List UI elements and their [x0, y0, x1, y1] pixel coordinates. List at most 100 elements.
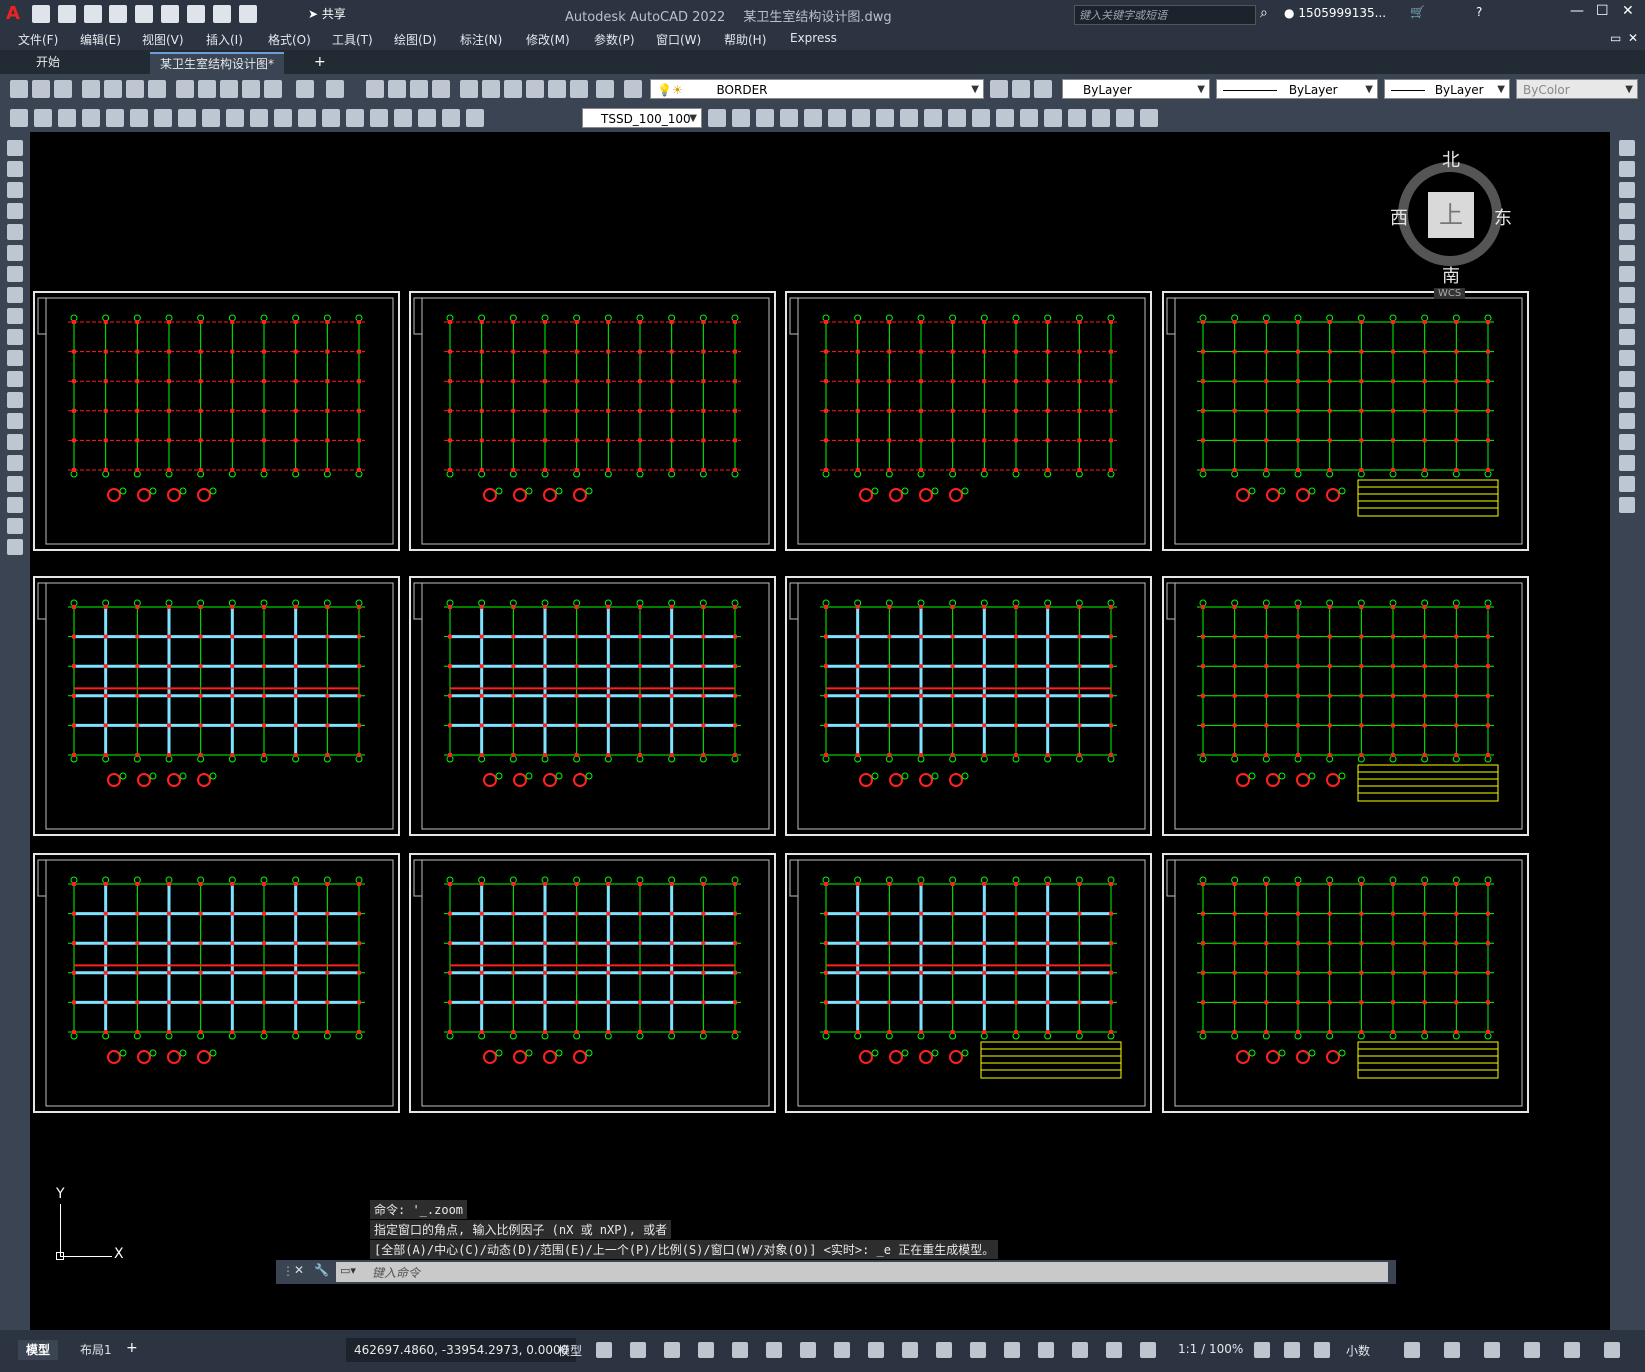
polar-icon[interactable]	[732, 1342, 748, 1358]
dim-aligned-icon[interactable]	[34, 109, 52, 127]
selection-filter-icon[interactable]	[1038, 1342, 1054, 1358]
spline-icon[interactable]	[7, 308, 23, 324]
export-icon[interactable]	[161, 5, 180, 23]
break-icon[interactable]	[1619, 392, 1635, 408]
mirror-icon[interactable]	[1619, 182, 1635, 198]
layer-properties-icon[interactable]	[624, 80, 642, 98]
save-icon[interactable]	[83, 5, 102, 23]
tssd-foundation-icon[interactable]	[876, 109, 894, 127]
tssd-slab-icon[interactable]	[780, 109, 798, 127]
match-properties-icon[interactable]	[242, 80, 260, 98]
add-selected-icon[interactable]	[7, 539, 23, 555]
gizmo-icon[interactable]	[1072, 1342, 1088, 1358]
dim-arc-icon[interactable]	[58, 109, 76, 127]
user-account[interactable]: ● 1505999135...	[1284, 6, 1386, 20]
ellipse-icon[interactable]	[7, 329, 23, 345]
transparency-icon[interactable]	[902, 1342, 918, 1358]
menu-edit[interactable]: 编辑(E)	[80, 31, 121, 48]
circle-icon[interactable]	[7, 266, 23, 282]
dim-linear-icon[interactable]	[10, 109, 28, 127]
space-toggle[interactable]: 模型	[558, 1342, 582, 1359]
layer-states-icon[interactable]	[1034, 80, 1052, 98]
tssd-beam-icon[interactable]	[708, 109, 726, 127]
dim-ordinate-icon[interactable]	[82, 109, 100, 127]
menu-express[interactable]: Express	[790, 31, 837, 45]
tab-drawing[interactable]: 某卫生室结构设计图*	[150, 52, 285, 74]
jogged-linear-icon[interactable]	[394, 109, 412, 127]
customize-menu-icon[interactable]	[1604, 1342, 1620, 1358]
menu-parametric[interactable]: 参数(P)	[594, 31, 635, 48]
dimstyle-dropdown[interactable]: TSSD_100_100 ▼	[582, 108, 702, 128]
search-input[interactable]: 键入关键字或短语	[1074, 5, 1256, 25]
layer-previous-icon[interactable]	[1012, 80, 1030, 98]
extend-icon[interactable]	[1619, 350, 1635, 366]
annotation-monitor-icon[interactable]	[1314, 1342, 1330, 1358]
lock-ui-icon[interactable]	[1444, 1342, 1460, 1358]
redo-icon[interactable]	[326, 80, 344, 98]
tssd-print-icon[interactable]	[1140, 109, 1158, 127]
tssd-rebar-icon[interactable]	[804, 109, 822, 127]
dim-radius-icon[interactable]	[106, 109, 124, 127]
plot-icon[interactable]	[186, 5, 205, 23]
annotation-visibility-icon[interactable]	[1106, 1342, 1122, 1358]
tssd-wall-icon[interactable]	[756, 109, 774, 127]
menu-format[interactable]: 格式(O)	[268, 31, 311, 48]
auto-scale-icon[interactable]	[1140, 1342, 1156, 1358]
region-icon[interactable]	[7, 476, 23, 492]
maximize-button[interactable]: ☐	[1596, 3, 1609, 19]
chamfer-icon[interactable]	[1619, 434, 1635, 450]
lineweight-icon[interactable]	[868, 1342, 884, 1358]
layer-dropdown[interactable]: 💡☀ BORDER ▼	[650, 79, 984, 99]
make-block-icon[interactable]	[7, 392, 23, 408]
publish-icon[interactable]	[126, 80, 144, 98]
clean-screen-icon[interactable]	[1564, 1342, 1580, 1358]
cut-icon[interactable]	[176, 80, 194, 98]
menu-window[interactable]: 窗口(W)	[656, 31, 701, 48]
new-tab-icon[interactable]: +	[314, 54, 326, 70]
polyline-icon[interactable]	[7, 182, 23, 198]
design-center-icon[interactable]	[482, 80, 500, 98]
autocad-logo-icon[interactable]: A	[6, 4, 26, 24]
block-editor-icon[interactable]	[264, 80, 282, 98]
doc-close-icon[interactable]: ✕	[1628, 31, 1638, 45]
globe-icon[interactable]	[148, 80, 166, 98]
print-icon[interactable]	[82, 80, 100, 98]
compass-south[interactable]: 南	[1442, 262, 1460, 288]
tssd-axis-icon[interactable]	[828, 109, 846, 127]
workspace-gear-icon[interactable]	[1254, 1342, 1270, 1358]
move-icon[interactable]	[1619, 245, 1635, 261]
pan-icon[interactable]	[366, 80, 384, 98]
dim-edit-icon[interactable]	[418, 109, 436, 127]
tssd-table-icon[interactable]	[900, 109, 918, 127]
calculator-icon[interactable]	[570, 80, 588, 98]
close-command-icon[interactable]: ✕	[294, 1263, 304, 1277]
markup-icon[interactable]	[548, 80, 566, 98]
plus-icon[interactable]	[1284, 1342, 1300, 1358]
rectangle-icon[interactable]	[7, 224, 23, 240]
dynamic-ucs-icon[interactable]	[1004, 1342, 1020, 1358]
doc-restore-icon[interactable]: ▭	[1610, 31, 1621, 45]
make-current-icon[interactable]	[990, 80, 1008, 98]
dim-space-icon[interactable]	[274, 109, 292, 127]
redo-icon[interactable]	[238, 5, 257, 23]
menu-view[interactable]: 视图(V)	[142, 31, 184, 48]
tab-layout1[interactable]: 布局1	[72, 1340, 120, 1360]
break-point-icon[interactable]	[1619, 371, 1635, 387]
line-icon[interactable]	[7, 140, 23, 156]
center-mark-icon[interactable]	[346, 109, 364, 127]
tssd-column-icon[interactable]	[732, 109, 750, 127]
help-icon[interactable]: ?	[1476, 5, 1482, 19]
quick-dim-icon[interactable]	[202, 109, 220, 127]
grid-toggle-icon[interactable]	[596, 1342, 612, 1358]
dim-jogged-icon[interactable]	[130, 109, 148, 127]
plotstyle-dropdown[interactable]: ByColor ▼	[1516, 79, 1638, 99]
tssd-text-icon[interactable]	[924, 109, 942, 127]
viewcube-face[interactable]: 上	[1428, 192, 1474, 238]
arc-icon[interactable]	[7, 245, 23, 261]
help-icon[interactable]	[596, 80, 614, 98]
compass-east[interactable]: 东	[1494, 204, 1512, 230]
menu-insert[interactable]: 插入(I)	[206, 31, 243, 48]
dim-update-icon[interactable]	[466, 109, 484, 127]
stretch-icon[interactable]	[1619, 308, 1635, 324]
tssd-hatch-icon[interactable]	[996, 109, 1014, 127]
